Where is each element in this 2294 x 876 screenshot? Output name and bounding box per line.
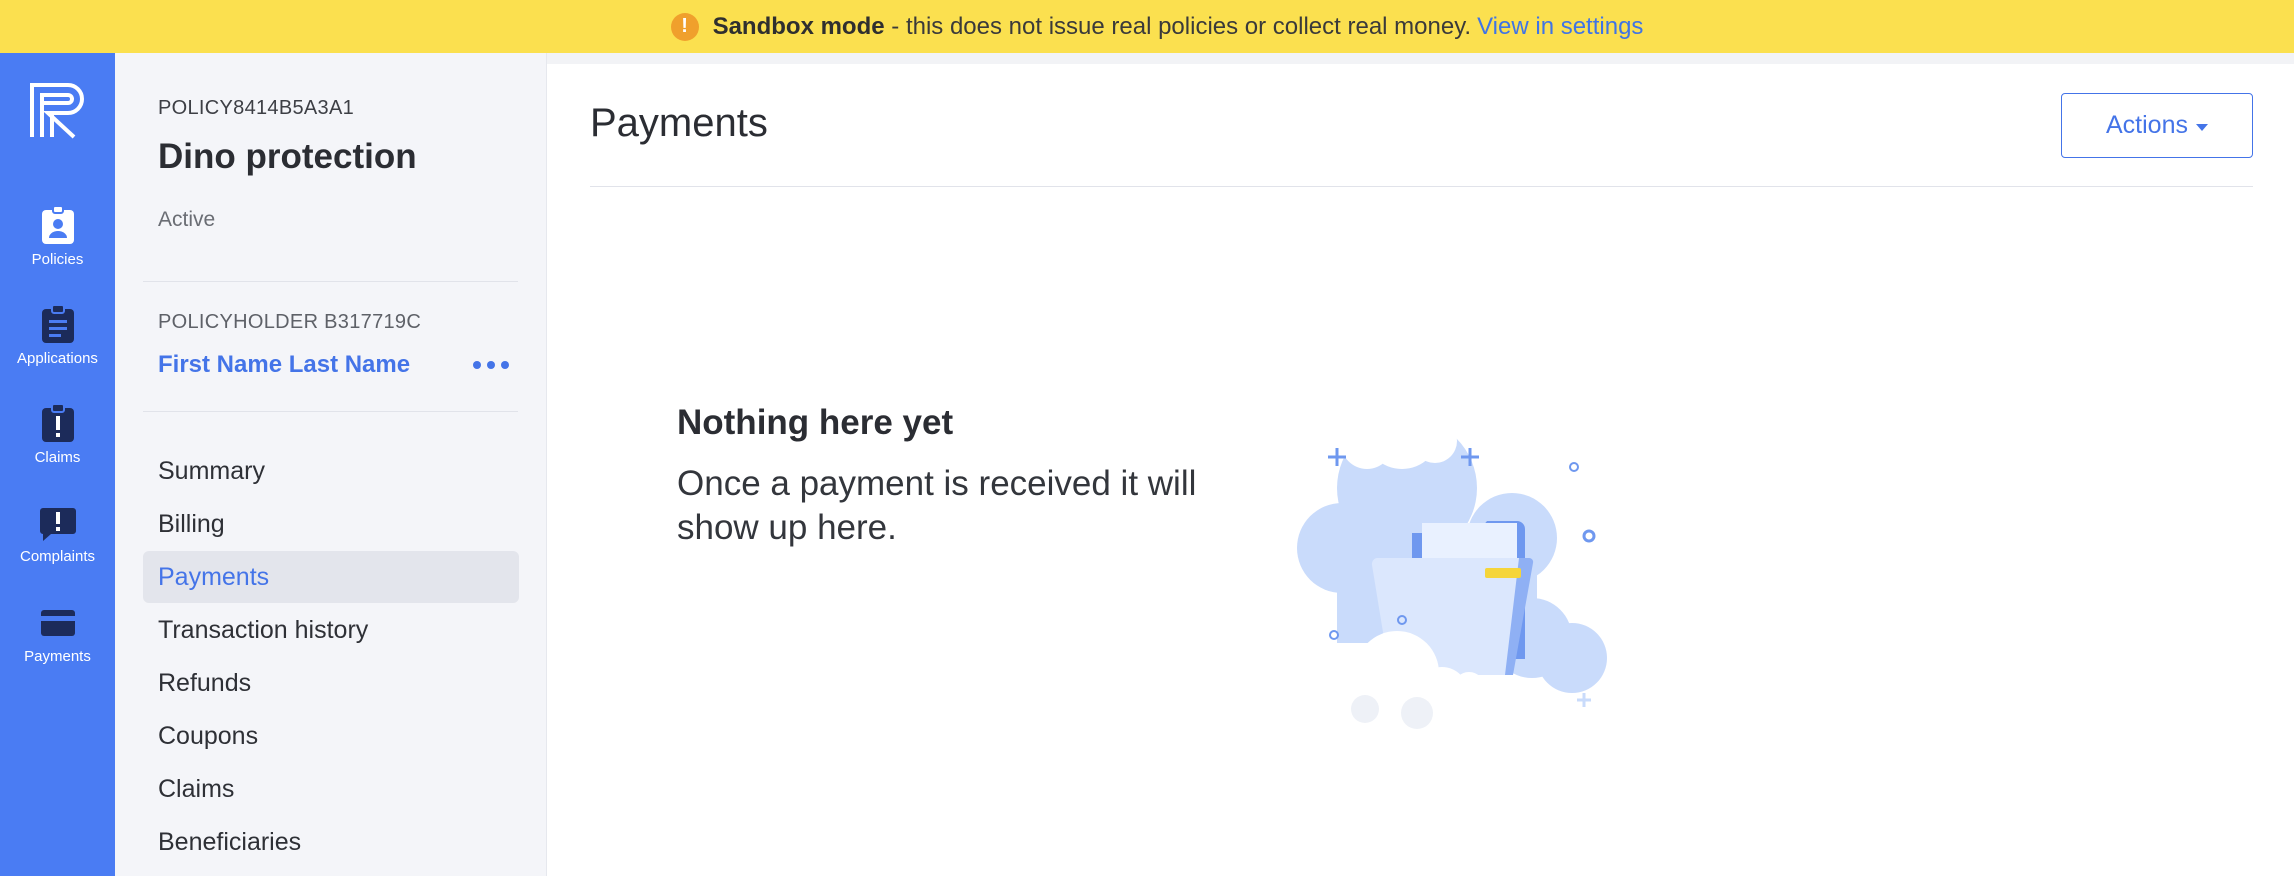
nav-item-claims[interactable]: Claims (143, 763, 519, 815)
rail-item-policies[interactable]: Policies (0, 205, 115, 285)
rail-label-complaints: Complaints (19, 548, 96, 565)
policy-status: Active (158, 208, 216, 231)
rail-label-payments: Payments (24, 648, 91, 665)
divider (143, 281, 518, 282)
actions-button[interactable]: Actions (2061, 93, 2253, 158)
empty-folder-illustration (1297, 393, 1607, 729)
top-divider (547, 53, 2294, 64)
rail-label-claims: Claims (34, 449, 81, 466)
policy-sidebar: POLICY8414B5A3A1 Dino protection Active … (115, 53, 547, 876)
rail-item-complaints[interactable]: Complaints (0, 502, 115, 582)
rail-label-policies: Policies (31, 251, 84, 268)
sandbox-text: - this does not issue real policies or c… (884, 12, 1472, 40)
actions-label: Actions (2106, 111, 2188, 139)
nav-item-billing[interactable]: Billing (143, 498, 519, 550)
more-options-icon[interactable] (473, 359, 509, 371)
main-content: Payments Actions Nothing here yet Once a… (547, 53, 2294, 876)
view-settings-link[interactable]: View in settings (1477, 13, 1643, 41)
policy-name: Dino protection (158, 137, 417, 176)
credit-card-icon (40, 610, 75, 636)
nav-item-payments[interactable]: Payments (143, 551, 519, 603)
policy-id: POLICY8414B5A3A1 (158, 97, 355, 119)
caret-down-icon (2195, 123, 2208, 131)
policy-badge-icon (41, 205, 74, 244)
rail-item-payments[interactable]: Payments (0, 602, 115, 682)
nav-item-beneficiaries[interactable]: Beneficiaries (143, 816, 519, 868)
sandbox-banner: ! Sandbox mode - this does not issue rea… (0, 0, 2294, 53)
nav-item-refunds[interactable]: Refunds (143, 657, 519, 709)
rail-label-applications: Applications (17, 350, 98, 367)
warning-icon: ! (670, 12, 699, 41)
logo-icon[interactable] (28, 81, 86, 139)
nav-item-coupons[interactable]: Coupons (143, 710, 519, 762)
empty-state-title: Nothing here yet (677, 403, 954, 442)
claim-alert-icon (41, 403, 74, 442)
main-nav-rail: Policies Applications Claims Complaints (0, 53, 115, 876)
nav-item-summary[interactable]: Summary (143, 445, 519, 497)
policyholder-name-link[interactable]: First Name Last Name (158, 351, 410, 379)
divider (143, 411, 518, 412)
empty-state-text: Once a payment is received it will show … (677, 464, 1197, 547)
rail-item-applications[interactable]: Applications (0, 304, 115, 384)
nav-item-transaction-history[interactable]: Transaction history (143, 604, 519, 656)
policyholder-id: POLICYHOLDER B317719C (158, 311, 422, 333)
page-title: Payments (590, 101, 768, 145)
complaint-chat-icon (39, 508, 76, 541)
clipboard-icon (41, 304, 74, 343)
rail-item-claims[interactable]: Claims (0, 403, 115, 483)
header-divider (590, 186, 2253, 187)
sandbox-label: Sandbox mode (712, 12, 885, 40)
